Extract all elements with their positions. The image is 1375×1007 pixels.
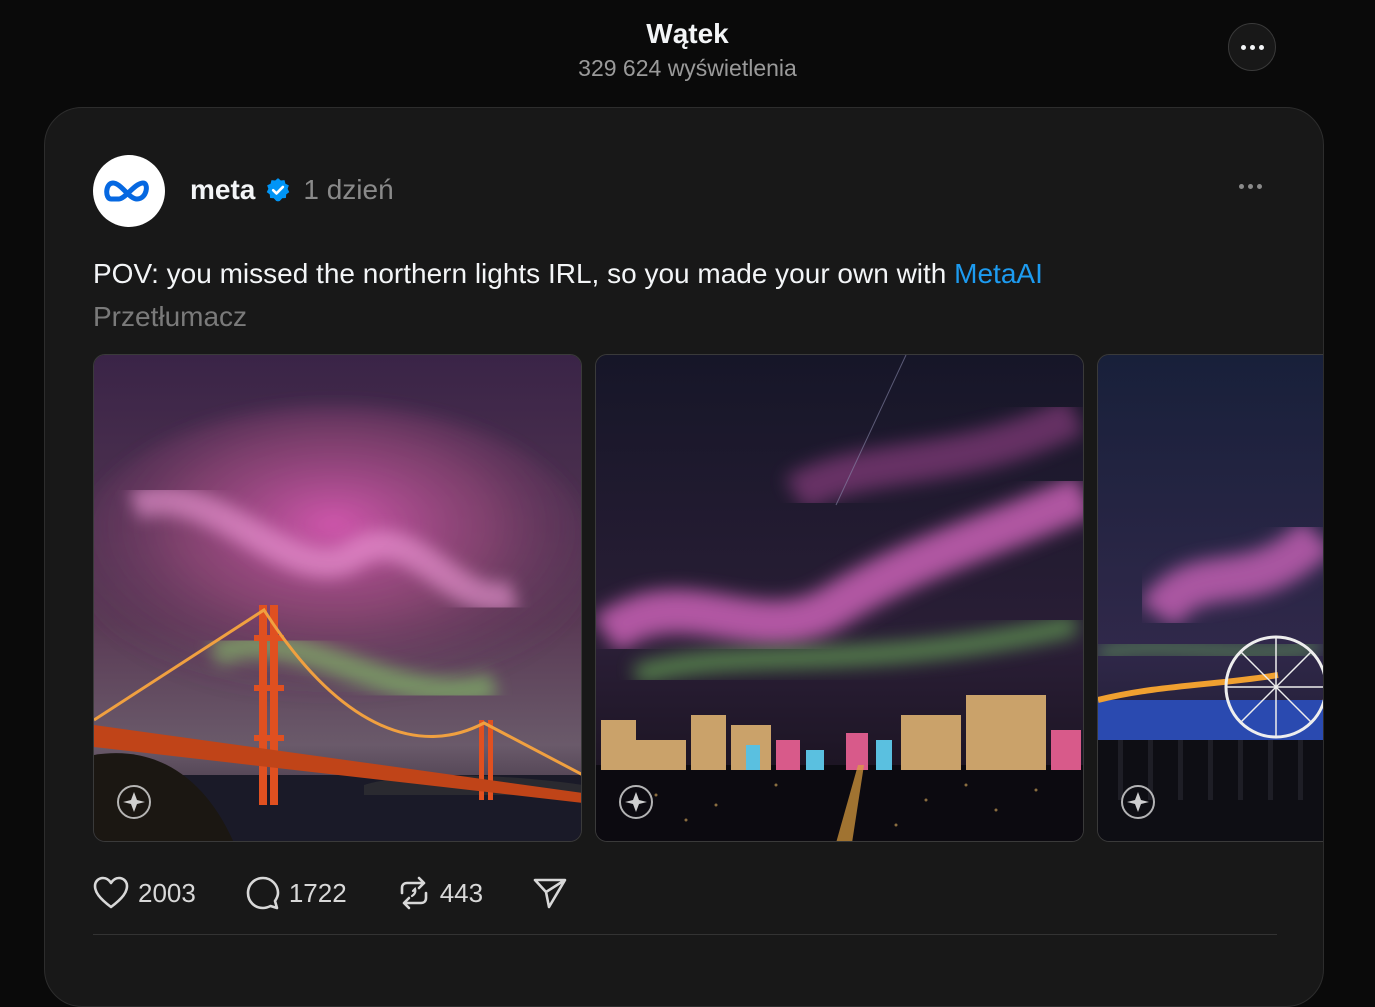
image-carousel[interactable]: [93, 354, 1323, 842]
meta-logo-icon: [104, 180, 149, 202]
verified-badge-icon: [267, 178, 290, 202]
aurora-city-image: [596, 355, 1083, 841]
author-name[interactable]: meta: [190, 174, 255, 206]
repost-count: 443: [439, 877, 484, 908]
author-row: meta 1 dzień: [190, 174, 394, 206]
post-image-city[interactable]: [595, 354, 1084, 842]
avatar[interactable]: [93, 155, 165, 227]
post-text: POV: you missed the northern lights IRL,…: [93, 258, 955, 289]
repost-button[interactable]: 443: [397, 876, 483, 910]
divider: [93, 934, 1277, 935]
more-horizontal-icon: [1240, 44, 1264, 50]
thread-more-button[interactable]: [1228, 23, 1276, 71]
post-link[interactable]: MetaAI: [954, 258, 1043, 289]
post-more-button[interactable]: [1235, 180, 1266, 193]
translate-button[interactable]: Przetłumacz: [93, 301, 247, 333]
post-image-bridge[interactable]: [93, 354, 582, 842]
comment-count: 1722: [288, 877, 347, 908]
post-image-pier[interactable]: [1097, 354, 1323, 842]
repost-icon: [400, 876, 427, 910]
view-count: 329 624 wyświetlenia: [578, 55, 797, 81]
heart-icon: [93, 876, 129, 909]
post-timestamp[interactable]: 1 dzień: [303, 174, 393, 206]
aurora-bridge-image: [94, 355, 581, 841]
more-horizontal-icon: [1239, 184, 1262, 189]
post-card: meta 1 dzień POV: you missed the norther…: [44, 107, 1324, 1007]
post-actions: 2003 1722 443: [93, 875, 617, 911]
send-icon: [533, 878, 567, 909]
page-title: Wątek: [646, 18, 729, 49]
post-body: POV: you missed the northern lights IRL,…: [93, 258, 1293, 290]
share-button[interactable]: [533, 877, 567, 909]
like-button[interactable]: 2003: [93, 876, 196, 910]
thread-header: Wątek 329 624 wyświetlenia: [0, 0, 1375, 100]
comment-button[interactable]: 1722: [246, 876, 347, 910]
aurora-pier-image: [1098, 355, 1323, 841]
comment-bubble-icon: [246, 876, 280, 910]
like-count: 2003: [138, 877, 196, 908]
